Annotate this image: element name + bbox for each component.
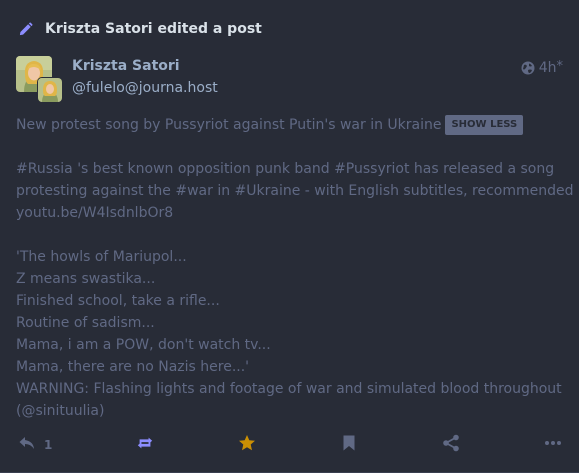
prepend-text: Kriszta Satori edited a post <box>45 21 262 37</box>
paragraph: #Russia 's best known opposition punk ba… <box>16 158 574 224</box>
reply-button[interactable]: 1 <box>18 432 52 458</box>
edited-indicator: * <box>556 58 564 74</box>
boosted-avatar[interactable] <box>38 78 62 102</box>
more-button[interactable] <box>544 432 562 458</box>
boost-button[interactable] <box>136 432 154 458</box>
boost-icon <box>136 434 154 456</box>
globe-icon <box>521 61 535 75</box>
content-line: Routine of sadism... <box>16 315 155 331</box>
content-line: #Russia 's best known opposition punk ba… <box>16 161 555 177</box>
status-card: Kriszta Satori edited a post Kriszta Sat… <box>0 0 579 473</box>
reply-icon <box>18 434 36 456</box>
share-icon <box>442 434 460 456</box>
spoiler-row: New protest song by Pussyriot against Pu… <box>16 114 563 136</box>
action-bar: 1 <box>0 428 579 462</box>
display-name[interactable]: Kriszta Satori <box>72 58 180 74</box>
content-line: Finished school, take a rifle... <box>16 293 220 309</box>
star-icon <box>238 434 256 456</box>
content-line: 'The howls of Mariupol... <box>16 249 187 265</box>
status-meta[interactable]: 4h * <box>521 58 564 76</box>
account-handle[interactable]: @fulelo@journa.host <box>72 80 218 96</box>
share-button[interactable] <box>442 432 460 458</box>
status-content: New protest song by Pussyriot against Pu… <box>16 114 574 422</box>
bookmark-button[interactable] <box>340 432 358 458</box>
mention-link[interactable]: (@sinituulia) <box>16 400 563 422</box>
status-prepend: Kriszta Satori edited a post <box>18 19 262 39</box>
link[interactable]: youtu.be/W4IsdnlbOr8 <box>16 202 563 224</box>
content-line: Mama, i am a POW, don't watch tv... <box>16 337 271 353</box>
content-line: Mama, there are no Nazis here...' <box>16 359 250 375</box>
relative-time[interactable]: 4h <box>539 60 557 76</box>
avatar-overlay[interactable] <box>16 56 64 104</box>
content-line: WARNING: Flashing lights and footage of … <box>16 381 562 397</box>
bookmark-icon <box>340 434 358 456</box>
paragraph: 'The howls of Mariupol... Z means swasti… <box>16 246 563 422</box>
reply-count: 1 <box>44 438 53 452</box>
content-line: Z means swastika... <box>16 271 156 287</box>
show-less-button[interactable]: SHOW LESS <box>445 115 524 135</box>
pencil-icon <box>18 21 33 37</box>
ellipsis-icon <box>544 434 562 456</box>
content-line: protesting against the #war in #Ukraine … <box>16 183 574 199</box>
spoiler-text: New protest song by Pussyriot against Pu… <box>16 117 442 133</box>
favourite-button[interactable] <box>238 432 256 458</box>
